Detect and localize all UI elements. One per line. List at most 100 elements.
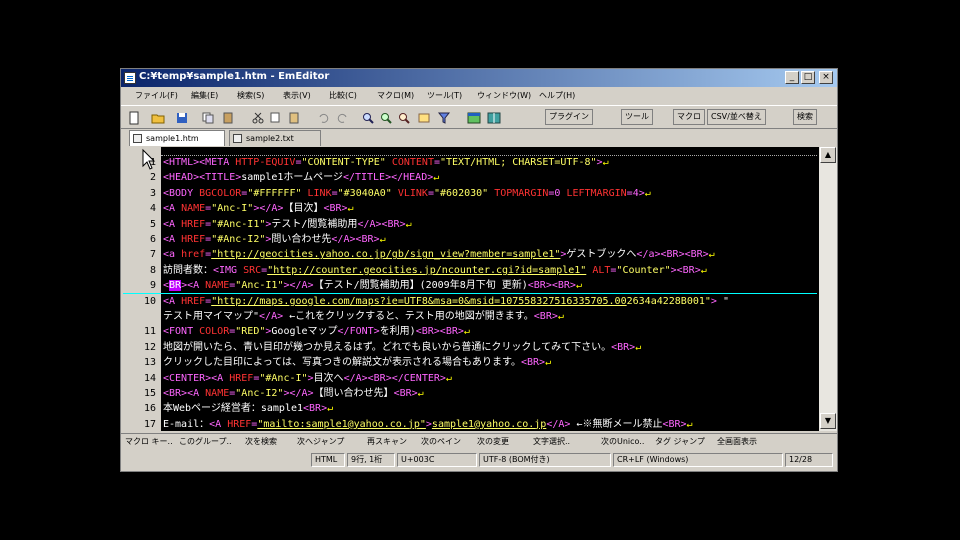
find-next-icon[interactable] xyxy=(379,111,393,125)
split-window-icon[interactable] xyxy=(487,111,501,125)
minimize-icon[interactable]: _ xyxy=(785,71,799,84)
editor-area[interactable]: 1 <HTML><META HTTP-EQUIV="CONTENT-TYPE" C… xyxy=(123,147,837,431)
code-line[interactable]: 11 <FONT COLOR="RED">Googleマップ</FONT>を利用)… xyxy=(123,325,817,339)
menu-window[interactable]: ウィンドウ(W) xyxy=(477,90,531,101)
menu-help[interactable]: ヘルプ(H) xyxy=(539,90,575,101)
fkey-fullscreen[interactable]: 全画面表示 xyxy=(717,436,757,447)
csv-sort-button[interactable]: CSV/並べ替え xyxy=(707,109,766,125)
code-line[interactable]: 7 <a href="http://geocities.yahoo.co.jp/g… xyxy=(123,248,817,262)
scroll-down-icon[interactable]: ▼ xyxy=(820,413,836,429)
undo-icon[interactable] xyxy=(317,111,331,125)
code-line[interactable]: 12 地図が開いたら、青い目印が幾つか見えるはず。どれでも良いから普通にクリックし… xyxy=(123,341,817,355)
fkey-find-next[interactable]: 次を検索 xyxy=(245,436,277,447)
menu-tools[interactable]: ツール(T) xyxy=(427,90,462,101)
tab-sample2[interactable]: sample2.txt xyxy=(229,130,321,146)
fkey-jump[interactable]: 次へジャンプ xyxy=(297,436,344,447)
line-number: 2 xyxy=(149,172,156,184)
status-char-code: U+003C xyxy=(397,453,477,467)
new-file-icon[interactable] xyxy=(127,111,141,125)
fkey-tag-jump[interactable]: タグ ジャンプ xyxy=(655,436,705,447)
code-text: 本Webページ経営者：sample1<BR>↵ xyxy=(163,403,334,415)
copy-icon[interactable] xyxy=(201,111,215,125)
code-line[interactable]: 15 <BR><A NAME="Anc-I2"></A>【問い合わせ先】<BR>↵ xyxy=(123,387,817,401)
menu-view[interactable]: 表示(V) xyxy=(283,90,311,101)
code-line[interactable]: 16 本Webページ経営者：sample1<BR>↵ xyxy=(123,402,817,416)
code-text: <A HREF="#Anc-I1">テスト/閲覧補助用</A><BR>↵ xyxy=(163,218,412,230)
find-prev-icon[interactable] xyxy=(397,111,411,125)
code-line[interactable]: 4 <A NAME="Anc-I"></A>【目次】<BR>↵ xyxy=(123,202,817,216)
code-line[interactable]: 17 E-mail：<A HREF="mailto:sample1@yahoo.c… xyxy=(123,418,817,432)
code-line[interactable]: 1 <HTML><META HTTP-EQUIV="CONTENT-TYPE" C… xyxy=(123,156,817,170)
text-file-icon xyxy=(233,134,242,143)
code-text: 訪問者数：<IMG SRC="http://counter.geocities.… xyxy=(163,264,707,276)
paste-icon[interactable] xyxy=(221,111,235,125)
fkey-select-char[interactable]: 文字選択.. xyxy=(533,436,570,447)
plugins-button[interactable]: プラグイン xyxy=(545,109,593,125)
line-number: 11 xyxy=(143,326,156,338)
code-line[interactable]: 8 訪問者数：<IMG SRC="http://counter.geocities… xyxy=(123,264,817,278)
line-number: 7 xyxy=(149,249,156,261)
line-number: 13 xyxy=(143,357,156,369)
status-bar: HTML 9行, 1桁 U+003C UTF-8 (BOM付き) CR+LF (… xyxy=(121,451,837,469)
fkey-rescan[interactable]: 再スキャン xyxy=(367,436,407,447)
cut-icon[interactable] xyxy=(251,111,265,125)
app-icon xyxy=(124,72,136,84)
fkey-next-pane[interactable]: 次のペイン xyxy=(421,436,461,447)
toolbar: プラグイン ツール マクロ CSV/並べ替え 検索 xyxy=(121,105,837,129)
window-icon[interactable] xyxy=(467,111,481,125)
menu-file[interactable]: ファイル(F) xyxy=(135,90,178,101)
status-language: HTML xyxy=(311,453,345,467)
code-line[interactable]: 5 <A HREF="#Anc-I1">テスト/閲覧補助用</A><BR>↵ xyxy=(123,218,817,232)
menu-macro[interactable]: マクロ(M) xyxy=(377,90,414,101)
document-tabs: sample1.htm sample2.txt xyxy=(121,129,837,146)
open-folder-icon[interactable] xyxy=(151,111,165,125)
save-icon[interactable] xyxy=(175,111,189,125)
code-line[interactable]: テスト用マイマップ"</A> ←これをクリックすると、テスト用の地図が開きます。… xyxy=(123,310,817,324)
menu-search[interactable]: 検索(S) xyxy=(237,90,264,101)
tools-button[interactable]: ツール xyxy=(621,109,653,125)
search-button[interactable]: 検索 xyxy=(793,109,817,125)
copy2-icon[interactable] xyxy=(269,111,283,125)
code-line[interactable]: 2 <HEAD><TITLE>sample1ホームページ</TITLE></HEA… xyxy=(123,171,817,185)
line-number: 4 xyxy=(149,203,156,215)
code-text: クリックした目印によっては、写真つきの解説文が表示される場合もあります。<BR>… xyxy=(163,357,552,369)
code-text: <A HREF="#Anc-I2">問い合わせ先</A><BR>↵ xyxy=(163,234,386,245)
line-number: 6 xyxy=(149,234,156,245)
line-number: 14 xyxy=(143,372,156,384)
tab-label: sample2.txt xyxy=(246,134,294,143)
scroll-up-icon[interactable]: ▲ xyxy=(820,147,836,163)
fkey-group[interactable]: このグループ.. xyxy=(179,436,232,447)
vertical-scrollbar[interactable]: ▲ ▼ xyxy=(819,147,837,431)
code-text: <BODY BGCOLOR="#FFFFFF" LINK="#3040A0" V… xyxy=(163,187,651,199)
line-number: 12 xyxy=(143,341,156,353)
find-icon[interactable] xyxy=(361,111,375,125)
code-line[interactable]: 10 <A HREF="http://maps.google.com/maps?i… xyxy=(123,295,817,309)
code-line[interactable]: 3 <BODY BGCOLOR="#FFFFFF" LINK="#3040A0" … xyxy=(123,187,817,201)
code-line[interactable]: 13 クリックした目印によっては、写真つきの解説文が表示される場合もあります。<B… xyxy=(123,356,817,370)
replace-icon[interactable] xyxy=(417,111,431,125)
line-number: 3 xyxy=(149,187,156,199)
tab-label: sample1.htm xyxy=(146,134,199,143)
maximize-icon[interactable]: □ xyxy=(801,71,815,84)
emeditor-window: C:¥temp¥sample1.htm - EmEditor _ □ × ファイ… xyxy=(120,68,838,472)
tab-sample1[interactable]: sample1.htm xyxy=(129,130,225,146)
code-line[interactable]: 9 <BR><A NAME="Anc-I1"></A>【テスト/閲覧補助用】(20… xyxy=(123,279,817,295)
code-line[interactable]: 6 <A HREF="#Anc-I2">問い合わせ先</A><BR>↵ xyxy=(123,233,817,247)
status-line-count: 12/28 xyxy=(785,453,833,467)
fkey-next-unicode[interactable]: 次のUnico.. xyxy=(601,436,644,447)
redo-icon[interactable] xyxy=(335,111,349,125)
close-icon[interactable]: × xyxy=(819,71,833,84)
code-line[interactable]: 14 <CENTER><A HREF="#Anc-I">目次へ</A><BR></… xyxy=(123,372,817,386)
menu-edit[interactable]: 編集(E) xyxy=(191,90,218,101)
line-number: 15 xyxy=(143,388,156,399)
menu-compare[interactable]: 比較(C) xyxy=(329,90,357,101)
fkey-macro[interactable]: マクロ キー.. xyxy=(125,436,173,447)
macro-button[interactable]: マクロ xyxy=(673,109,705,125)
filter-icon[interactable] xyxy=(437,111,451,125)
code-text: <CENTER><A HREF="#Anc-I">目次へ</A><BR></CE… xyxy=(163,372,452,384)
fkey-next-change[interactable]: 次の変更 xyxy=(477,436,509,447)
paste2-icon[interactable] xyxy=(287,111,301,125)
line-number: 8 xyxy=(149,264,156,276)
menu-bar: ファイル(F) 編集(E) 検索(S) 表示(V) 比較(C) マクロ(M) ツ… xyxy=(121,87,837,105)
line-number: 17 xyxy=(143,418,156,430)
